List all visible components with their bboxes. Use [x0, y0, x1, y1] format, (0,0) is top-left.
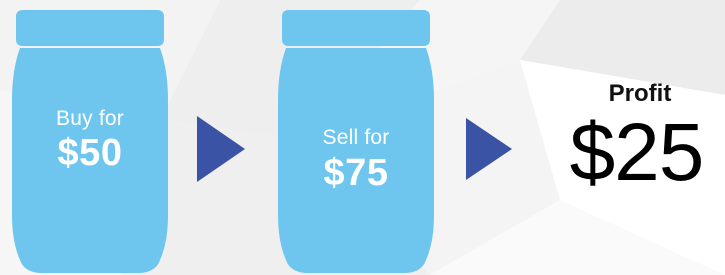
arrow-right-icon	[466, 118, 512, 180]
arrow-right-icon	[197, 116, 245, 182]
sell-price: $75	[323, 152, 389, 194]
sell-label: Sell for	[322, 126, 390, 149]
buy-price: $50	[57, 132, 123, 174]
sell-jar: Sell for $75	[276, 10, 436, 275]
buy-label: Buy for	[56, 107, 124, 130]
buy-jar: Buy for $50	[10, 10, 170, 275]
profit-label: Profit	[608, 80, 672, 107]
profit-value: $25	[569, 107, 705, 198]
